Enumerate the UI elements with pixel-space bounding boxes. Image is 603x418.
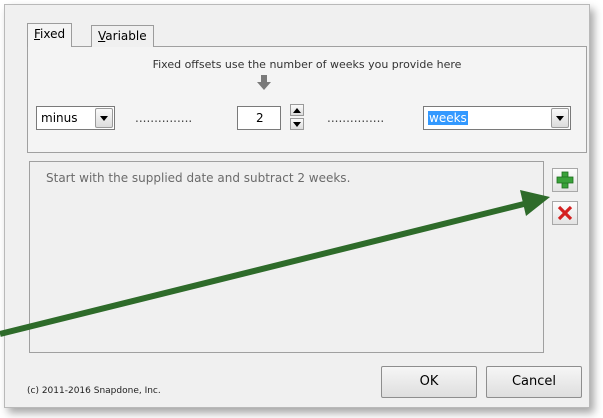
unit-select[interactable]: weeks [423, 106, 571, 130]
ok-button[interactable]: OK [381, 366, 477, 398]
operation-dropdown-button[interactable] [95, 108, 113, 128]
amount-value: 2 [256, 111, 264, 125]
close-icon [557, 205, 573, 221]
amount-spin-down-button[interactable] [290, 118, 304, 130]
plus-icon [556, 171, 574, 189]
tab-fixed[interactable]: Fixed [27, 23, 73, 47]
unit-dropdown-button[interactable] [551, 108, 569, 128]
dots-leader-left: ............... [135, 111, 193, 125]
tab-variable[interactable]: Variable [91, 25, 154, 47]
down-arrow-icon [257, 75, 271, 90]
unit-value: weeks [428, 111, 468, 125]
fixed-hint-text: Fixed offsets use the number of weeks yo… [152, 58, 462, 71]
cancel-button[interactable]: Cancel [486, 366, 582, 398]
operation-select[interactable]: minus [36, 106, 115, 130]
amount-spin-up-button[interactable] [290, 104, 304, 116]
offset-dialog: Variable Fixed Fixed offsets use the num… [4, 4, 590, 408]
copyright-text: (c) 2011-2016 Snapdone, Inc. [27, 386, 161, 396]
description-box: Start with the supplied date and subtrac… [29, 161, 544, 353]
tab-variable-label: ariable [105, 29, 147, 43]
tab-fixed-label: ixed [40, 27, 66, 41]
dots-leader-right: ............... [327, 111, 385, 125]
amount-input[interactable]: 2 [237, 106, 281, 130]
description-text: Start with the supplied date and subtrac… [46, 171, 351, 185]
add-button[interactable] [552, 168, 578, 192]
delete-button[interactable] [552, 201, 578, 225]
fixed-tab-panel: Fixed offsets use the number of weeks yo… [27, 46, 587, 153]
operation-value: minus [41, 111, 78, 125]
